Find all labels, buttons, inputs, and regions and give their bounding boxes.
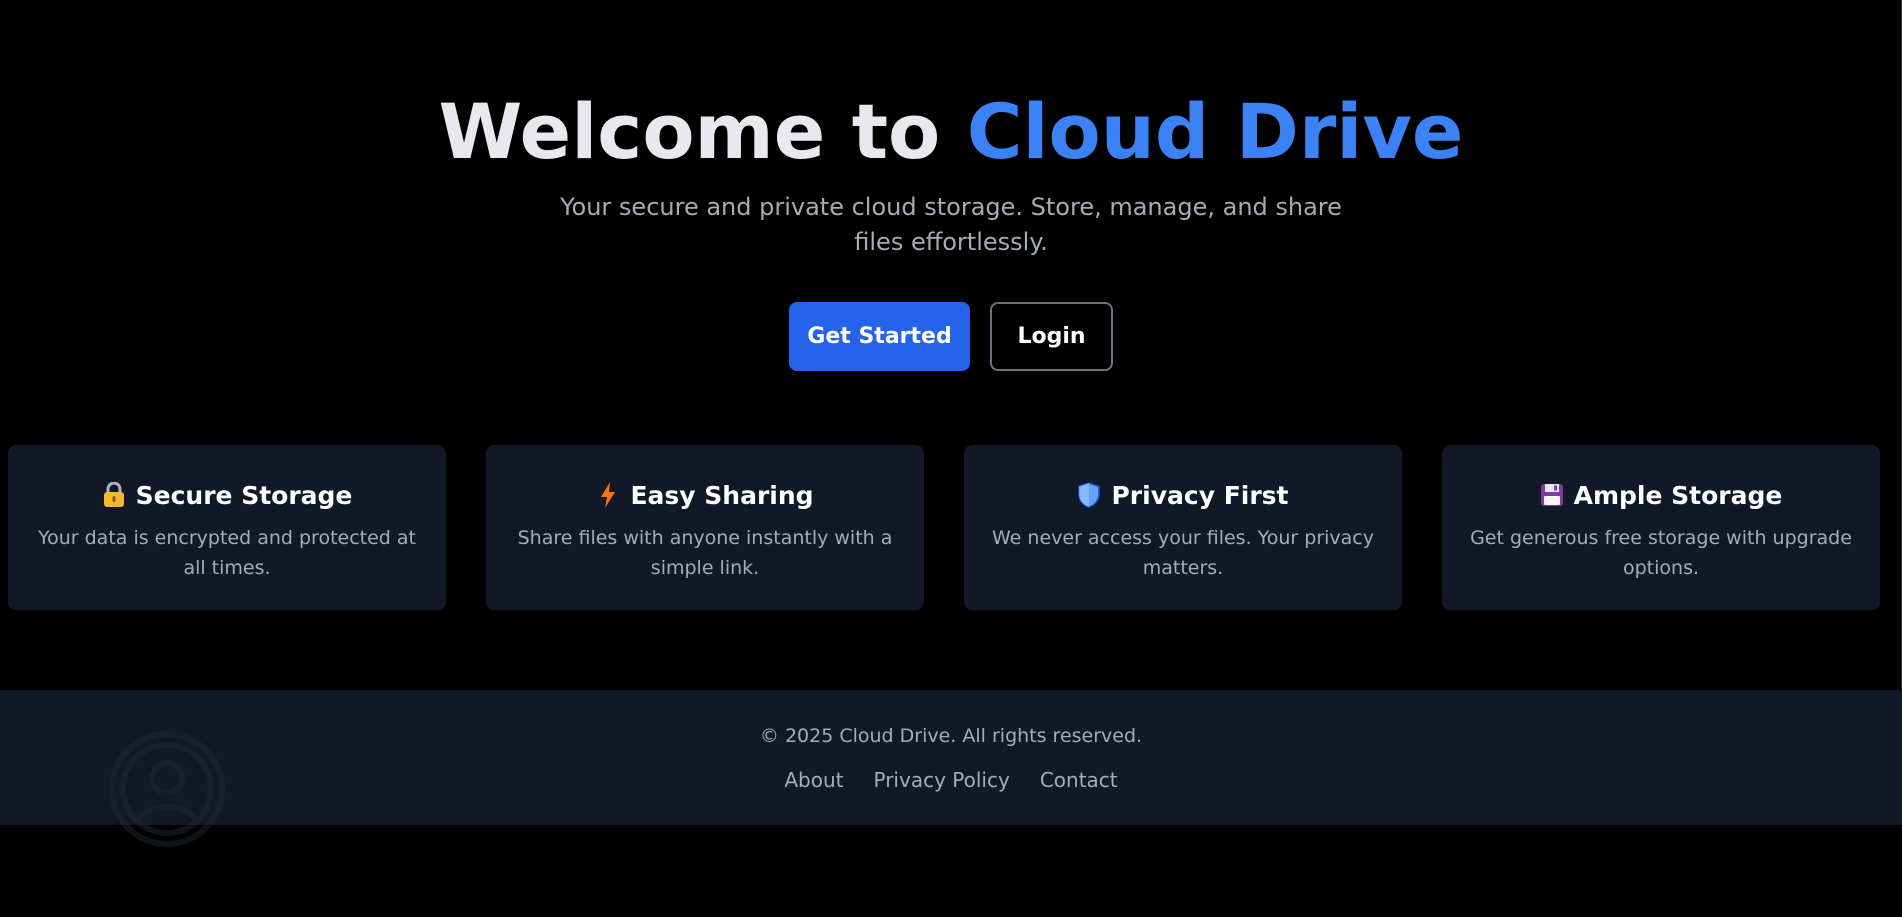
lock-icon [102, 481, 126, 509]
feature-card-privacy-first: Privacy First We never access your files… [964, 445, 1402, 610]
landing-page: Welcome to Cloud Drive Your secure and p… [0, 0, 1902, 917]
feature-card-easy-sharing: Easy Sharing Share files with anyone ins… [486, 445, 924, 610]
feature-title: Privacy First [1111, 480, 1289, 510]
get-started-button[interactable]: Get Started [789, 302, 970, 371]
footer-nav: About Privacy Policy Contact [0, 768, 1902, 792]
copyright-text: © 2025 Cloud Drive. All rights reserved. [759, 725, 1143, 747]
footer-link-about[interactable]: About [784, 768, 843, 792]
user-avatar-watermark-icon [108, 730, 226, 848]
brand-name: Cloud Drive [966, 87, 1464, 176]
feature-title: Ample Storage [1573, 480, 1783, 510]
feature-card-ample-storage: Ample Storage Get generous free storage … [1442, 445, 1880, 610]
shield-icon [1077, 481, 1101, 509]
feature-title: Secure Storage [135, 480, 353, 510]
hero-subtitle: Your secure and private cloud storage. S… [560, 193, 1342, 256]
feature-title: Easy Sharing [630, 480, 814, 510]
page-footer: © 2025 Cloud Drive. All rights reserved.… [0, 690, 1902, 847]
footer-link-contact[interactable]: Contact [1040, 768, 1118, 792]
hero-actions: Get Started Login [0, 302, 1902, 371]
lightning-icon [596, 481, 620, 509]
page-title: Welcome to Cloud Drive [0, 88, 1902, 176]
login-button[interactable]: Login [990, 302, 1113, 371]
footer-link-privacy-policy[interactable]: Privacy Policy [874, 768, 1010, 792]
feature-description: Share files with anyone instantly with a… [517, 527, 893, 579]
features-grid: Secure Storage Your data is encrypted an… [8, 445, 1880, 610]
hero-section: Welcome to Cloud Drive Your secure and p… [0, 88, 1902, 371]
feature-description: We never access your files. Your privacy… [992, 527, 1374, 579]
title-prefix: Welcome to [438, 87, 967, 176]
feature-description: Get generous free storage with upgrade o… [1470, 527, 1852, 579]
floppy-disk-icon [1540, 481, 1564, 509]
feature-description: Your data is encrypted and protected at … [38, 527, 416, 579]
feature-card-secure-storage: Secure Storage Your data is encrypted an… [8, 445, 446, 610]
